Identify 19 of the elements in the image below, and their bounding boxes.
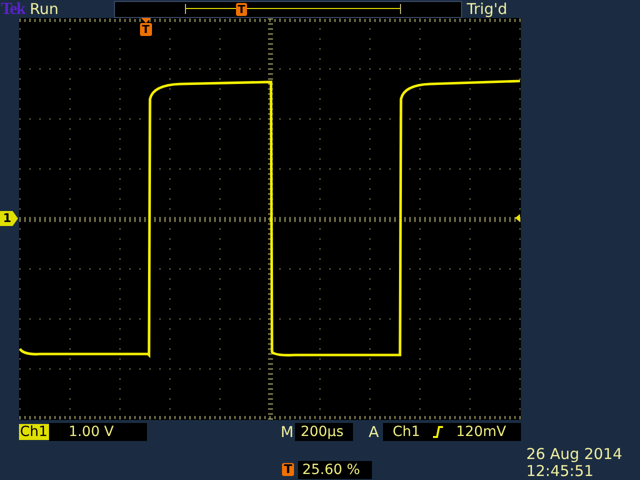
channel-label: Ch1 [19,424,49,440]
brand-logo: Tek [1,0,25,19]
trigger-level: 120mV [456,424,506,440]
trigger-status: Trig'd [466,0,508,18]
trigger-position-marker: T [282,463,294,476]
timebase-value: 200µs [294,423,353,441]
date-text: 26 Aug 2014 [526,446,622,463]
trigger-pointer-icon [140,18,151,23]
time-text: 12:45:51 [526,463,595,480]
timebase-prefix: M [280,423,293,441]
record-trigger-marker: T [236,2,248,16]
trigger-level-arrow-icon [515,214,520,222]
channel-scale: 1.00 V [48,423,147,441]
rising-edge-icon [432,425,444,439]
trigger-position-value: 25.60 % [298,461,372,479]
trigger-source: Ch1 [392,424,420,440]
trigger-prefix: A [368,423,380,441]
channel-marker: 1 [0,211,18,226]
run-status: Run [30,0,60,18]
